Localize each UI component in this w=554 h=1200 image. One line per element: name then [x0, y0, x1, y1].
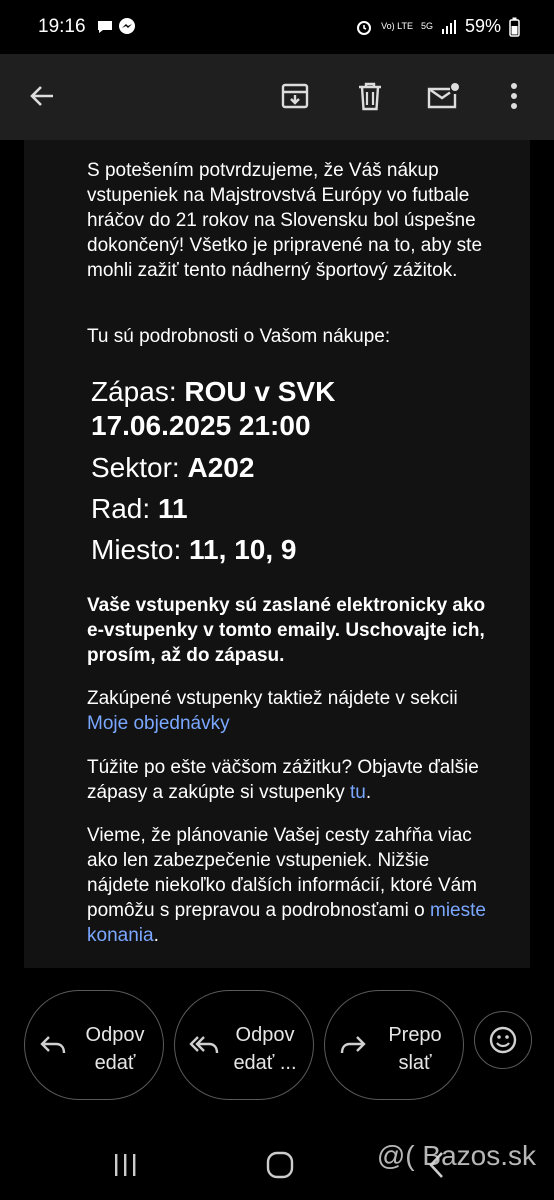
back-arrow-icon	[30, 86, 53, 106]
status-time: 19:16	[38, 16, 86, 37]
match-value: ROU v SVK	[184, 376, 336, 407]
match-label: Zápas:	[91, 376, 177, 407]
alarm-icon	[357, 20, 372, 35]
sector-value: A202	[187, 452, 255, 483]
forward-label: Prepo slať	[388, 1024, 442, 1074]
recent-apps-button[interactable]	[112, 1152, 138, 1183]
app-bar	[0, 54, 554, 140]
archive-button[interactable]	[271, 72, 319, 120]
datetime-value: 17.06.2025 21:00	[91, 410, 311, 441]
watermark: @( Bazos.sk	[376, 1140, 536, 1171]
messenger-icon	[119, 18, 136, 34]
row-value: 11	[157, 493, 188, 524]
home-button[interactable]	[265, 1150, 295, 1185]
sector-label: Sektor:	[91, 452, 180, 483]
travel-paragraph: Vieme, že plánovanie Vašej cesty zahŕňa …	[87, 825, 486, 946]
reply-button[interactable]: Odpov edať	[24, 990, 164, 1100]
battery-icon	[509, 17, 520, 37]
row-line: Rad: 11	[91, 491, 188, 527]
back-button[interactable]	[18, 72, 66, 120]
more-options-button[interactable]	[490, 72, 538, 120]
my-orders-link[interactable]: Moje objednávky	[87, 713, 230, 734]
sector-line: Sektor: A202	[91, 450, 254, 486]
orders-text: Zakúpené vstupenky taktiež nájdete v sek…	[87, 688, 458, 709]
orders-paragraph: Zakúpené vstupenky taktiež nájdete v sek…	[87, 686, 487, 736]
details-intro: Tu sú podrobnosti o Vašom nákupe:	[87, 326, 391, 347]
notification-icons	[96, 17, 136, 40]
mark-unread-button[interactable]	[419, 72, 467, 120]
seat-label: Miesto:	[91, 534, 182, 565]
more-vert-icon	[511, 83, 517, 109]
travel-text: Vieme, že plánovanie Vašej cesty zahŕňa …	[87, 825, 478, 921]
mail-unread-icon	[427, 83, 459, 109]
signal-icon	[441, 19, 456, 34]
home-icon	[266, 1151, 294, 1179]
reply-label: Odpov edať	[85, 1024, 145, 1074]
trash-icon	[359, 82, 381, 111]
archive-icon	[281, 83, 309, 109]
reply-all-icon	[189, 1036, 219, 1054]
emoji-reaction-button[interactable]	[474, 1011, 532, 1069]
smiley-icon	[489, 1026, 517, 1054]
system-nav-bar: @( Bazos.sk	[0, 1130, 554, 1200]
more-matches-paragraph: Túžite po ešte väčšom zážitku? Objavte ď…	[87, 757, 479, 803]
forward-button[interactable]: Prepo slať	[324, 990, 464, 1100]
status-right: Vo) LTE 5G 59%	[355, 16, 520, 37]
intro-paragraph: S potešením potvrdzujeme, že Váš nákup v…	[87, 160, 483, 281]
chat-bubble-icon	[98, 21, 112, 33]
status-bar: 19:16 Vo) LTE 5G 59%	[0, 0, 554, 54]
reply-all-button[interactable]: Odpov edať ...	[174, 990, 314, 1100]
delete-button[interactable]	[346, 72, 394, 120]
match-line: Zápas: ROU v SVK	[91, 374, 335, 410]
battery-percent: 59%	[464, 16, 501, 36]
seat-value: 11, 10, 9	[189, 534, 297, 565]
reply-actions: Odpov edať Odpov edať ... Prepo slať	[0, 990, 554, 1102]
volte-label: Vo) LTE	[381, 21, 413, 31]
more-text: Túžite po ešte väčšom zážitku? Objavte ď…	[87, 757, 479, 803]
recent-apps-icon	[115, 1154, 136, 1176]
reply-icon	[40, 1036, 66, 1054]
email-body: S potešením potvrdzujeme, že Váš nákup v…	[24, 140, 530, 968]
row-label: Rad:	[91, 493, 151, 524]
network-5g-label: 5G	[420, 21, 433, 31]
eticket-note: Vaše vstupenky sú zaslané elektronicky a…	[87, 595, 486, 666]
forward-icon	[340, 1036, 366, 1054]
reply-all-label: Odpov edať ...	[233, 1024, 297, 1074]
here-link[interactable]: tu	[350, 782, 366, 803]
match-datetime: 17.06.2025 21:00	[91, 408, 311, 444]
seat-line: Miesto: 11, 10, 9	[91, 532, 296, 568]
